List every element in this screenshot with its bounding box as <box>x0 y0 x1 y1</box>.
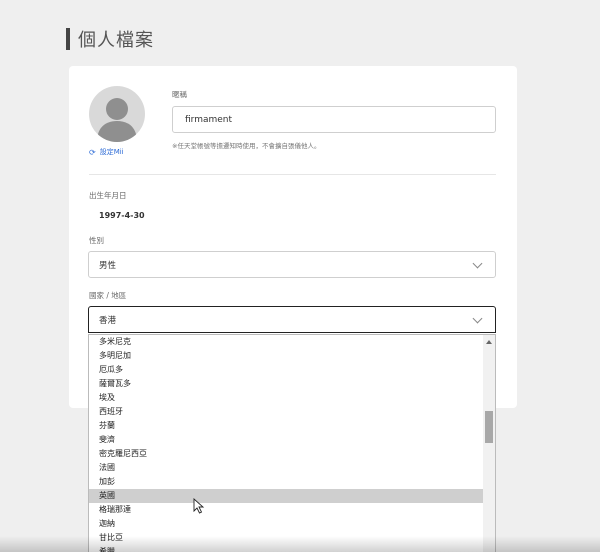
region-option[interactable]: 薩爾瓦多 <box>89 377 485 391</box>
scroll-up-arrow-icon[interactable] <box>486 340 492 344</box>
nickname-input[interactable] <box>172 106 496 133</box>
dob-value: 1997-4-30 <box>99 211 145 220</box>
person-silhouette-icon <box>97 98 137 142</box>
region-option[interactable]: 芬蘭 <box>89 419 485 433</box>
set-mii-label: 設定Mii <box>99 148 124 156</box>
region-option[interactable]: 迦納 <box>89 517 485 531</box>
title-accent-bar <box>66 28 70 50</box>
region-dropdown: 多米尼克 多明尼加 厄瓜多 薩爾瓦多 埃及 西班牙 芬蘭 斐濟 密克羅尼西亞 法… <box>88 334 496 552</box>
nickname-hint: ※任天堂帳號等擔遷知時使用，不會擴自張儀他人。 <box>172 142 321 150</box>
mouse-pointer-icon <box>193 498 205 514</box>
dropdown-scrollbar[interactable] <box>483 335 495 552</box>
region-option[interactable]: 多米尼克 <box>89 335 485 349</box>
nickname-label: 暱稱 <box>172 90 187 99</box>
page-title: 個人檔案 <box>66 26 154 52</box>
region-option[interactable]: 希臘 <box>89 545 485 552</box>
region-option[interactable]: 密克羅尼西亞 <box>89 447 485 461</box>
region-label: 國家 / 地區 <box>89 291 127 300</box>
region-option[interactable]: 厄瓜多 <box>89 363 485 377</box>
region-options: 多米尼克 多明尼加 厄瓜多 薩爾瓦多 埃及 西班牙 芬蘭 斐濟 密克羅尼西亞 法… <box>89 335 485 552</box>
gender-select[interactable]: 男性 <box>88 251 496 278</box>
avatar <box>89 86 145 142</box>
region-option[interactable]: 斐濟 <box>89 433 485 447</box>
region-option[interactable]: 甘比亞 <box>89 531 485 545</box>
region-option[interactable]: 法國 <box>89 461 485 475</box>
refresh-icon: ⟳ <box>89 147 96 157</box>
region-select[interactable]: 香港 <box>88 306 496 333</box>
dob-label: 出生年月日 <box>89 191 127 200</box>
divider <box>89 174 496 175</box>
chevron-down-icon <box>472 313 483 323</box>
chevron-down-icon <box>472 258 483 268</box>
region-option[interactable]: 多明尼加 <box>89 349 485 363</box>
region-option[interactable]: 埃及 <box>89 391 485 405</box>
region-option[interactable]: 加彭 <box>89 475 485 489</box>
gender-label: 性別 <box>89 236 104 245</box>
gender-value: 男性 <box>99 260 117 271</box>
region-value: 香港 <box>99 315 117 326</box>
region-option[interactable]: 格瑞那達 <box>89 503 485 517</box>
region-option[interactable]: 西班牙 <box>89 405 485 419</box>
scroll-thumb[interactable] <box>485 411 493 443</box>
page-title-text: 個人檔案 <box>78 30 154 51</box>
set-mii-link[interactable]: ⟳ 設定Mii <box>89 147 124 157</box>
region-option-hovered[interactable]: 英國 <box>89 489 485 503</box>
